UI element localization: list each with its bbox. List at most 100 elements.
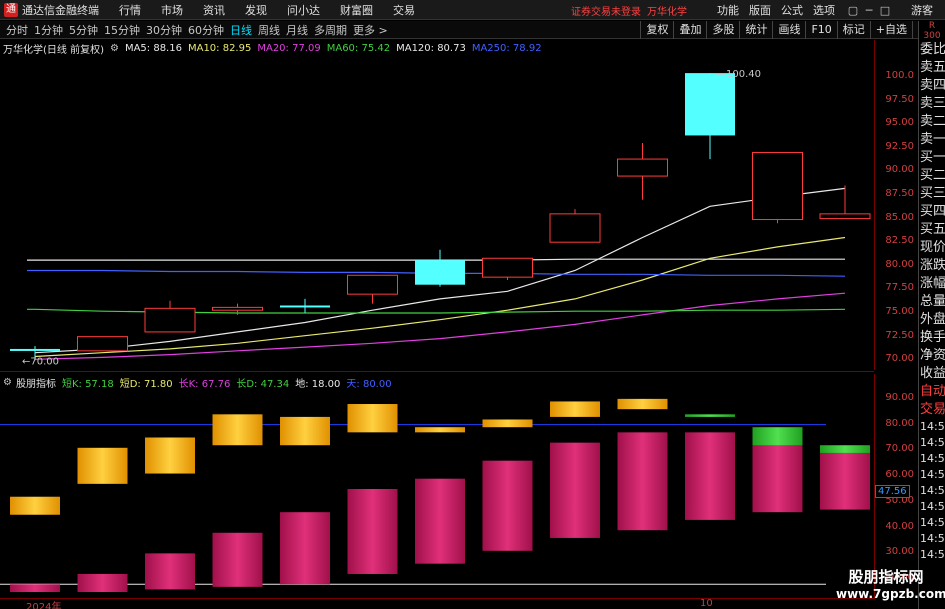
side-panel-item[interactable]: 外盘 — [919, 311, 945, 329]
app-title: 通达信金融终端 — [22, 3, 99, 17]
side-panel-item[interactable]: 总量 — [919, 293, 945, 311]
period-60min[interactable]: 60分钟 — [188, 22, 224, 38]
period-weekly[interactable]: 周线 — [258, 22, 280, 38]
indicator-axis-tick: 70.00 — [885, 443, 914, 455]
side-panel-header: R 300 — [923, 21, 941, 41]
minimize-icon[interactable]: ─ — [861, 4, 877, 17]
indicator-bar-pink — [482, 460, 533, 551]
side-panel-item[interactable]: 卖五 — [919, 59, 945, 77]
menu-item-trade[interactable]: 交易 — [393, 2, 415, 18]
period-multi[interactable]: 多周期 — [314, 22, 347, 38]
side-panel-time: 14:56 — [920, 484, 945, 497]
current-stock-name: 万华化学 — [647, 6, 687, 18]
side-panel-item[interactable]: 涨幅 — [919, 275, 945, 293]
period-5min[interactable]: 5分钟 — [69, 22, 98, 38]
long-k-label: 长K: 67.76 — [178, 378, 231, 390]
candle — [549, 209, 601, 243]
menu-function[interactable]: 功能 — [717, 2, 739, 18]
menu-layout[interactable]: 版面 — [749, 2, 771, 18]
trade-login-status[interactable]: 证券交易未登录 — [571, 3, 641, 18]
maximize-icon[interactable]: □ — [877, 4, 893, 17]
period-intraday[interactable]: 分时 — [6, 22, 28, 38]
side-panel-item[interactable]: 收益 — [919, 365, 945, 383]
price-axis-tick: 82.50 — [885, 235, 914, 247]
toolbar-draw-button[interactable]: 画线 — [772, 21, 805, 39]
toolbar-f10-button[interactable]: F10 — [805, 21, 836, 39]
toolbar-add-watchlist-button[interactable]: +自选 — [869, 21, 912, 39]
menu-options[interactable]: 选项 — [813, 2, 835, 18]
sub-settings-gear-icon[interactable]: ⚙ — [3, 377, 12, 388]
price-axis-tick: 87.50 — [885, 187, 914, 199]
panel-divider[interactable] — [0, 371, 874, 372]
side-panel-item[interactable]: 交易 — [919, 401, 945, 419]
side-panel-item[interactable]: 自动 — [919, 383, 945, 401]
toolbar-mark-button[interactable]: 标记 — [836, 21, 870, 39]
side-panel-item[interactable]: 卖一 — [919, 131, 945, 149]
indicator-bar-pink — [820, 452, 870, 510]
period-daily[interactable]: 日线 — [230, 22, 252, 38]
side-panel-item[interactable]: 涨跌 — [919, 257, 945, 275]
menu-item-news[interactable]: 资讯 — [203, 2, 225, 18]
period-monthly[interactable]: 月线 — [286, 22, 308, 38]
side-panel-items: 委比 卖五 卖四 卖三 卖二 卖一 买一 买二 买三 买四 买五 现价 涨跌 涨幅 总量 外盘 换手 净资 收益 自动… — [919, 41, 945, 563]
menu-bar: 通 通达信金融终端 行情 市场 资讯 发现 问小达 财富圈 交易 证券交易未登录… — [0, 0, 945, 20]
toolbar-multistock-button[interactable]: 多股 — [706, 21, 739, 39]
period-15min[interactable]: 15分钟 — [104, 22, 140, 38]
toolbar-overlay-button[interactable]: 叠加 — [673, 21, 706, 39]
side-panel-item[interactable]: 卖二 — [919, 113, 945, 131]
price-axis-tick: 95.00 — [885, 117, 914, 129]
candlestick-chart[interactable]: —100.40 ←70.00 — [0, 40, 874, 370]
side-panel-item[interactable]: 买四 — [919, 203, 945, 221]
toolbar-adjust-button[interactable]: 复权 — [640, 21, 673, 39]
indicator-bar-pink — [145, 553, 195, 590]
restore-icon[interactable]: ▢ — [845, 4, 861, 17]
toolbar-stats-button[interactable]: 统计 — [739, 21, 772, 39]
indicator-bar-green — [752, 427, 803, 446]
indicator-bar-orange — [77, 447, 128, 484]
side-panel-item[interactable]: 净资 — [919, 347, 945, 365]
side-panel-time: 14:56 — [920, 452, 945, 465]
indicator-axis-tick: 30.00 — [885, 546, 914, 558]
candle — [685, 73, 735, 160]
floor-label: 地: 18.00 — [295, 378, 341, 390]
ma10-label: MA10: 82.95 — [187, 42, 252, 54]
menu-formula[interactable]: 公式 — [781, 2, 803, 18]
period-more[interactable]: 更多 > — [353, 22, 388, 38]
watermark: 股朋指标网 www.7gpzb.com — [836, 566, 945, 606]
guest-user-label[interactable]: 游客 — [911, 2, 933, 18]
side-panel-item[interactable]: 买五 — [919, 221, 945, 239]
period-bar: 分时 1分钟 5分钟 15分钟 30分钟 60分钟 日线 周线 月线 多周期 更… — [0, 21, 945, 39]
side-panel-item[interactable]: 卖四 — [919, 77, 945, 95]
menu-item-discover[interactable]: 发现 — [245, 2, 267, 18]
side-panel-item[interactable]: 买三 — [919, 185, 945, 203]
side-panel-item[interactable]: 现价 — [919, 239, 945, 257]
settings-gear-icon[interactable]: ⚙ — [110, 43, 119, 54]
menu-item-quotes[interactable]: 行情 — [119, 2, 141, 18]
candle-body — [347, 274, 398, 295]
indicator-title[interactable]: 股朋指标 — [16, 375, 56, 390]
short-k-label: 短K: 57.18 — [61, 378, 114, 390]
side-panel-item[interactable]: 换手 — [919, 329, 945, 347]
side-panel-time: 14:56 — [920, 548, 945, 561]
side-panel-item[interactable]: 委比 — [919, 41, 945, 59]
indicator-bar-pink — [685, 432, 735, 520]
candle-body — [280, 305, 330, 308]
long-d-label: 长D: 47.34 — [236, 378, 290, 390]
period-1min[interactable]: 1分钟 — [34, 22, 63, 38]
menu-item-market[interactable]: 市场 — [161, 2, 183, 18]
menu-item-wealth[interactable]: 财富圈 — [340, 2, 373, 18]
indicator-bar-orange — [617, 398, 668, 410]
indicator-chart[interactable] — [0, 374, 874, 599]
quote-side-panel: R 300 委比 卖五 卖四 卖三 卖二 卖一 买一 买二 买三 买四 买五 现价 涨跌 涨幅 总量 外盘 换手… — [918, 21, 945, 609]
candle-body — [212, 306, 263, 311]
time-axis-year-label: 2024年 — [26, 602, 62, 609]
price-axis-tick: 75.00 — [885, 306, 914, 318]
period-30min[interactable]: 30分钟 — [146, 22, 182, 38]
ma250-label: MA250: 78.92 — [471, 42, 542, 54]
side-panel-time: 14:56 — [920, 436, 945, 449]
menu-item-ask[interactable]: 问小达 — [287, 2, 320, 18]
side-panel-item[interactable]: 卖三 — [919, 95, 945, 113]
side-panel-item[interactable]: 买二 — [919, 167, 945, 185]
chart-toolbar: 复权 叠加 多股 统计 画线 F10 标记 +自选 返回 — [640, 21, 945, 39]
side-panel-item[interactable]: 买一 — [919, 149, 945, 167]
